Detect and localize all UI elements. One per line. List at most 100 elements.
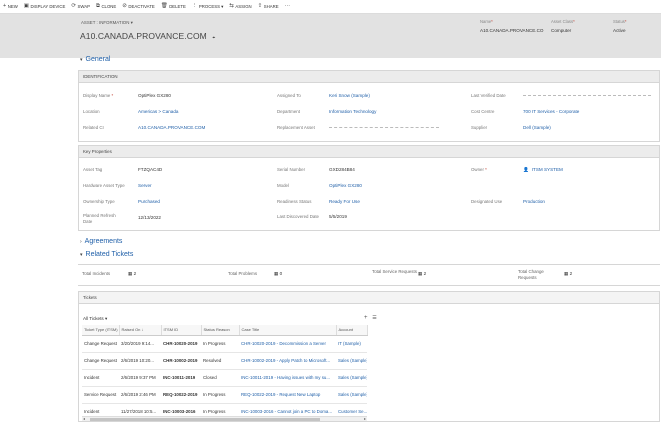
hardware-type-value[interactable]: Server <box>138 183 152 188</box>
table-cell: 2/6/2019 9:37 PM <box>119 369 161 387</box>
add-icon[interactable]: + <box>364 315 368 321</box>
table-cell[interactable]: REQ-10022-2019 - Request New Laptop <box>239 386 336 404</box>
table-cell[interactable]: Sales (Sample) <box>336 386 367 404</box>
display-name-label: Display Name <box>83 93 111 98</box>
view-selector-label: All Tickets <box>83 316 104 321</box>
readiness-status-value[interactable]: Ready For Use <box>329 199 360 204</box>
related-ci-label: Related CI <box>83 125 104 130</box>
command-bar: + NEW ▣ DISPLAY DEVICE ⟳ SWAP ⧉ CLONE ⊘ DEACTIVAT… <box>0 0 661 14</box>
toolbar-button-0[interactable]: + NEW <box>3 3 18 10</box>
owner-value[interactable]: 👤 ITSM SYSTEM <box>523 167 563 173</box>
tickets-title: Tickets <box>79 292 659 304</box>
toolbar-button-6[interactable]: ⋮ PROCESS ▾ <box>192 3 224 10</box>
assigned-to-value[interactable]: Keri Snow (Sample) <box>329 93 370 98</box>
hardware-type-label: Hardware Asset Type <box>83 183 125 188</box>
toolbar-label-7: ASSIGN <box>235 4 252 9</box>
model-label: Model <box>277 183 289 188</box>
table-row[interactable]: Change Request 2/6/2019 10:20... CHR-10002… <box>82 352 367 370</box>
column-header[interactable]: Case Title <box>239 325 337 336</box>
table-cell: Change Request <box>82 352 119 370</box>
toolbar-icon-3: ⧉ <box>96 2 100 9</box>
horizontal-scrollbar[interactable]: ◂ ▸ <box>82 416 367 421</box>
toolbar-icon-9: ··· <box>284 2 291 9</box>
department-label: Department <box>277 109 300 114</box>
asset-tag-value[interactable]: FTZQAC4D <box>138 167 162 172</box>
owner-value-text: ITSM SYSTEM <box>531 167 563 172</box>
toolbar-icon-7: ⇆ <box>229 2 234 9</box>
total-problems-value: ▦ 0 <box>274 271 282 277</box>
total-service-requests-label: Total Service Requests <box>372 269 417 274</box>
toolbar-icon-8: ⇪ <box>257 2 263 9</box>
table-row[interactable]: Service Request 2/6/2019 2:46 PM REQ-10022… <box>82 386 367 404</box>
tickets-table: Ticket Type (ITSM) Raised On ↓ ITSM ID Stat… <box>82 325 368 421</box>
page-title-text: A10.CANADA.PROVANCE.COM <box>80 31 207 41</box>
toolbar-button-7[interactable]: ⇆ ASSIGN <box>229 2 252 10</box>
key-properties-panel: Key Properties Asset Tag FTZQAC4D Hardwa… <box>78 145 660 231</box>
designated-use-value[interactable]: Production <box>523 199 545 204</box>
calculator-icon: ▦ <box>274 271 279 276</box>
table-cell: Change Request <box>82 335 119 353</box>
table-cell[interactable]: Sales (Sample) <box>336 352 367 370</box>
location-value[interactable]: Americas > Canada <box>138 109 178 114</box>
column-header[interactable]: Raised On ↓ <box>119 325 162 336</box>
toolbar-button-3[interactable]: ⧉ CLONE <box>96 2 117 10</box>
cost-centre-value[interactable]: 700 IT Services - Corporate <box>523 109 579 114</box>
toolbar-label-6: PROCESS ▾ <box>198 3 224 9</box>
column-header[interactable]: Status Reason <box>201 325 240 336</box>
section-related-tickets[interactable]: ▾ Related Tickets <box>80 251 133 258</box>
header-status-value: Active <box>613 28 626 33</box>
table-cell[interactable]: IT (Sample) <box>336 335 367 353</box>
chevron-right-icon: › <box>80 238 82 245</box>
column-header[interactable]: Account <box>336 325 368 336</box>
toolbar-label-2: SWAP <box>77 4 91 9</box>
table-cell: 2/6/2019 10:20... <box>119 352 161 370</box>
supplier-value[interactable]: Dell (Sample) <box>523 125 551 130</box>
header-asset-class-label: Asset Class <box>551 19 574 24</box>
hierarchy-icon[interactable]: ⌖ <box>212 35 215 41</box>
section-general[interactable]: ▾ General <box>80 56 110 63</box>
table-cell[interactable]: Sales (Sample) <box>336 369 367 387</box>
column-header[interactable]: ITSM ID <box>161 325 202 336</box>
table-row[interactable]: Incident 2/6/2019 9:37 PM INC-10011-2019 Cl… <box>82 369 367 387</box>
header-status-field: Status* Active <box>613 19 627 33</box>
section-agreements[interactable]: › Agreements <box>80 238 122 245</box>
table-cell: In Progress <box>201 386 239 404</box>
table-cell: CHR-10002-2019 <box>161 352 201 370</box>
toolbar-icon-5: 🗑 <box>160 2 168 9</box>
view-selector[interactable]: All Tickets ▾ <box>83 316 107 322</box>
model-value[interactable]: OptiPlex GX280 <box>329 183 362 188</box>
toolbar-label-3: CLONE <box>101 4 117 9</box>
location-label: Location <box>83 109 100 114</box>
column-header[interactable]: Ticket Type (ITSM) <box>82 325 120 336</box>
toolbar-button-9[interactable]: ··· <box>284 2 292 10</box>
scrollbar-thumb[interactable] <box>90 418 320 421</box>
toolbar-button-2[interactable]: ⟳ SWAP <box>71 3 91 10</box>
ownership-type-label: Ownership Type <box>83 199 115 204</box>
chevron-down-icon: ▾ <box>80 56 83 63</box>
serial-number-value[interactable]: GXD284B84 <box>329 167 355 172</box>
form-selector[interactable]: ASSET : INFORMATION ▾ <box>81 20 133 26</box>
table-cell[interactable]: INC-10011-2019 - Having issues with my s… <box>239 369 336 387</box>
table-cell: In Progress <box>201 335 239 353</box>
table-row[interactable]: Change Request 3/20/2019 9:14... CHR-10020… <box>82 335 367 353</box>
page-title: A10.CANADA.PROVANCE.COM ⌖ <box>80 31 215 41</box>
table-cell[interactable]: CHR-10002-2019 - Apply Patch to Microsof… <box>239 352 336 370</box>
display-name-value[interactable]: OptiPlex GX280 <box>138 93 171 98</box>
related-ticket-counts: Total Incidents ▦ 2 Total Problems ▦ 0 T… <box>78 264 660 286</box>
table-cell[interactable]: CHR-10020-2019 - Decommission a Server <box>239 335 336 353</box>
table-cell: Resolved <box>201 352 239 370</box>
toolbar-button-8[interactable]: ⇪ SHARE <box>257 2 279 10</box>
last-discovered-value[interactable]: 5/5/2019 <box>329 214 347 219</box>
planned-refresh-value[interactable]: 12/13/2022 <box>138 215 161 220</box>
toolbar-button-5[interactable]: 🗑 DELETE <box>160 2 186 10</box>
scroll-left-icon[interactable]: ◂ <box>83 416 85 421</box>
ownership-type-value[interactable]: Purchased <box>138 199 160 204</box>
table-cell: 3/20/2019 9:14... <box>119 335 161 353</box>
toolbar-button-4[interactable]: ⊘ DEACTIVATE <box>122 3 154 10</box>
toolbar-button-1[interactable]: ▣ DISPLAY DEVICE <box>24 3 66 10</box>
grid-menu-icon[interactable]: ☰ <box>372 315 376 321</box>
scroll-right-icon[interactable]: ▸ <box>364 416 366 421</box>
total-service-requests-count: 2 <box>423 271 427 276</box>
department-value[interactable]: Information Technology <box>329 109 376 114</box>
related-ci-value[interactable]: A10.CANADA.PROVANCE.COM <box>138 125 205 130</box>
